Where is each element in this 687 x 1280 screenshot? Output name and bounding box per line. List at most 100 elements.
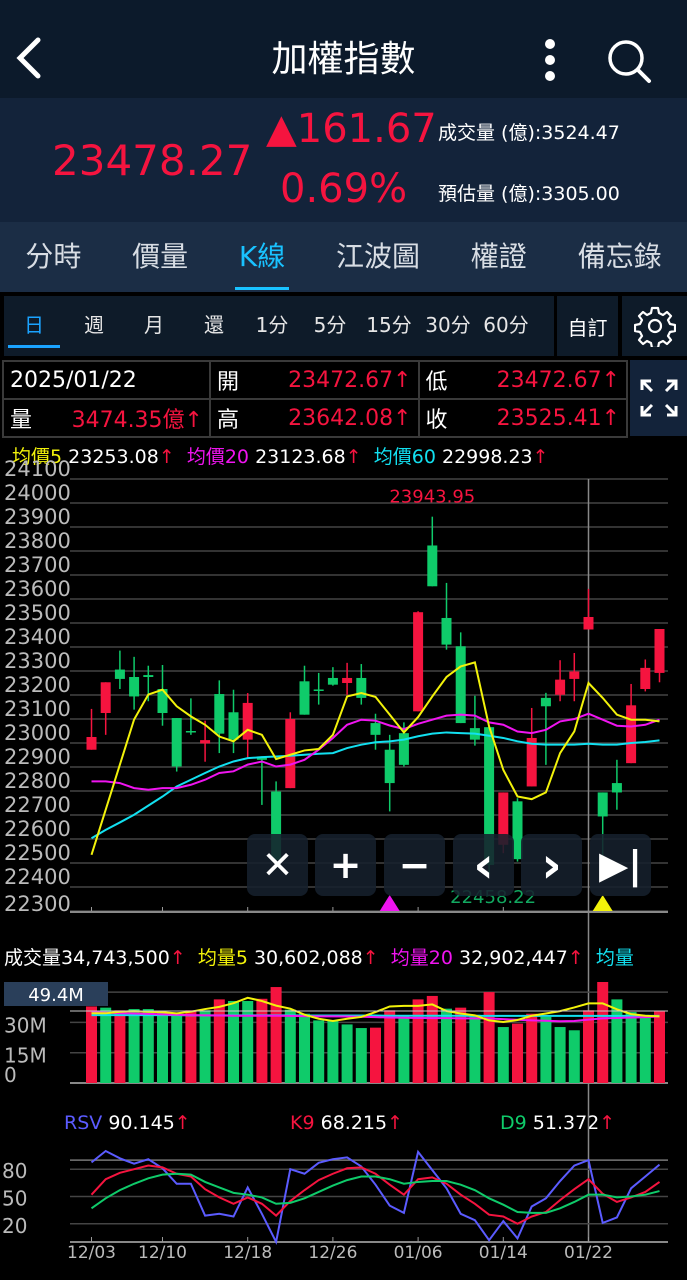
crosshair-value-label: 49.4M bbox=[28, 985, 84, 1006]
latest-button[interactable]: ▶| bbox=[590, 834, 651, 896]
volume-tick-label: 0 bbox=[4, 1063, 17, 1087]
prev-button[interactable]: ‹ bbox=[453, 834, 514, 896]
price-tick-label: 23000 bbox=[4, 721, 71, 745]
volume-bar bbox=[483, 992, 495, 1083]
volume-bar bbox=[526, 1013, 538, 1083]
candle-down bbox=[143, 675, 154, 677]
signal-marker-yellow bbox=[592, 895, 613, 911]
volume-bar bbox=[469, 1014, 481, 1083]
volume-bar bbox=[512, 1023, 523, 1083]
price-tick-label: 23500 bbox=[4, 601, 71, 625]
candle-up bbox=[569, 671, 580, 679]
price-tick-label: 23100 bbox=[4, 697, 71, 721]
candle-up bbox=[86, 737, 97, 750]
volume-bar bbox=[270, 987, 282, 1083]
candle-down bbox=[299, 681, 310, 715]
volume-bar bbox=[554, 1027, 566, 1083]
candle-down bbox=[384, 749, 395, 784]
volume-bar bbox=[441, 1008, 452, 1083]
next-icon: › bbox=[541, 836, 562, 894]
kline-chart[interactable]: 2410024000239002380023700236002350023400… bbox=[0, 0, 687, 1280]
zoom-out-button[interactable]: − bbox=[384, 834, 445, 896]
candle-up bbox=[640, 667, 651, 689]
kd-tick-label: 20 bbox=[2, 1214, 27, 1238]
x-tick-label: 01/14 bbox=[479, 1243, 528, 1263]
volume-bar bbox=[412, 999, 424, 1083]
volume-bar bbox=[299, 1013, 310, 1083]
volume-bar bbox=[355, 1028, 367, 1083]
volume-bar bbox=[185, 1010, 197, 1083]
candle-up bbox=[626, 705, 637, 764]
volume-bar bbox=[654, 1011, 665, 1083]
candle-up bbox=[342, 677, 353, 683]
volume-bar bbox=[625, 1012, 637, 1083]
signal-marker-magenta bbox=[379, 895, 400, 911]
candle-down bbox=[185, 731, 196, 733]
volume-bar bbox=[284, 1009, 296, 1083]
candle-up bbox=[654, 629, 665, 673]
price-tick-label: 22500 bbox=[4, 841, 71, 865]
kd-tick-label: 50 bbox=[2, 1187, 27, 1211]
zoom-in-button[interactable]: + bbox=[315, 834, 376, 896]
volume-bar bbox=[639, 1015, 651, 1083]
latest-icon: ▶| bbox=[598, 843, 643, 887]
candle-up bbox=[413, 612, 424, 712]
volume-bar bbox=[384, 1010, 396, 1083]
candle-down bbox=[129, 677, 140, 697]
zoom-out-icon: − bbox=[398, 843, 431, 887]
candle-up bbox=[555, 679, 566, 695]
candle-up bbox=[100, 682, 111, 713]
volume-bar bbox=[597, 982, 609, 1083]
d9-line bbox=[90, 1172, 660, 1214]
candle-up bbox=[583, 617, 594, 630]
candle-down bbox=[171, 718, 182, 767]
volume-bar bbox=[341, 1024, 353, 1083]
candle-down bbox=[540, 697, 551, 707]
x-tick-label: 01/22 bbox=[564, 1243, 613, 1263]
volume-bar bbox=[398, 1015, 410, 1083]
volume-bar bbox=[100, 1007, 112, 1083]
close-button[interactable]: ✕ bbox=[247, 834, 308, 896]
volume-bar bbox=[142, 1009, 154, 1083]
x-tick-label: 01/06 bbox=[394, 1243, 443, 1263]
volume-bar bbox=[199, 1010, 211, 1083]
x-tick-label: 12/10 bbox=[138, 1243, 187, 1263]
price-tick-label: 22600 bbox=[4, 817, 71, 841]
candle-down bbox=[370, 723, 381, 735]
price-tick-label: 24100 bbox=[4, 457, 71, 481]
volume-bar bbox=[86, 1006, 97, 1083]
volume-bar bbox=[313, 1020, 325, 1083]
volume-bar bbox=[327, 1020, 339, 1083]
candle-up bbox=[200, 740, 211, 744]
price-tick-label: 23400 bbox=[4, 625, 71, 649]
volume-bar bbox=[426, 995, 438, 1083]
volume-bar bbox=[540, 1016, 552, 1083]
candle-up bbox=[242, 702, 253, 740]
candle-down bbox=[427, 545, 438, 587]
candle-down bbox=[114, 669, 125, 679]
close-icon: ✕ bbox=[261, 843, 294, 887]
x-tick-label: 12/03 bbox=[67, 1243, 116, 1263]
price-tick-label: 22900 bbox=[4, 745, 71, 769]
prev-icon: ‹ bbox=[473, 836, 494, 894]
zoom-in-icon: + bbox=[329, 843, 362, 887]
candle-down bbox=[327, 677, 338, 685]
volume-bar bbox=[611, 999, 623, 1083]
volume-bar bbox=[242, 1000, 254, 1083]
candle-down bbox=[313, 689, 324, 691]
volume-bar bbox=[128, 1009, 140, 1083]
volume-bar bbox=[370, 1027, 381, 1083]
price-tick-label: 22800 bbox=[4, 769, 71, 793]
volume-bar bbox=[213, 999, 225, 1083]
candle-down bbox=[597, 792, 608, 817]
volume-bar bbox=[497, 1027, 509, 1083]
candle-down bbox=[214, 694, 225, 734]
volume-bar bbox=[228, 1000, 239, 1083]
volume-bar bbox=[114, 1010, 126, 1083]
candle-down bbox=[441, 617, 452, 645]
volume-bar bbox=[568, 1030, 580, 1083]
kd-tick-label: 80 bbox=[2, 1159, 27, 1183]
next-button[interactable]: › bbox=[521, 834, 582, 896]
price-tick-label: 23300 bbox=[4, 649, 71, 673]
volume-bar bbox=[171, 1015, 183, 1083]
